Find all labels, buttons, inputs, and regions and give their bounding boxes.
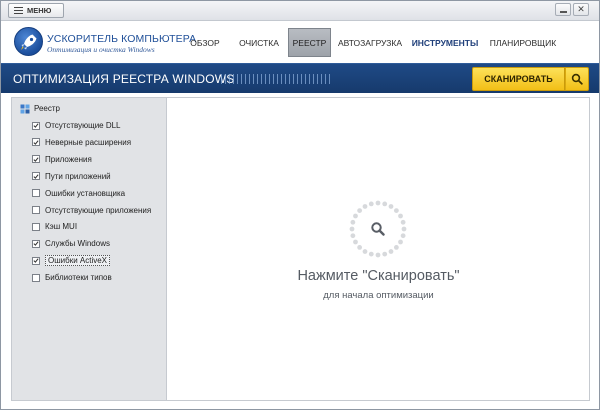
spinner-dot [382, 251, 388, 257]
app-title: УСКОРИТЕЛЬ КОМПЬЮТЕРА [47, 33, 197, 45]
spinner-dot [357, 208, 363, 214]
tree-item[interactable]: Отсутствующие приложения [32, 204, 151, 217]
tree-item[interactable]: Отсутствующие DLL [32, 119, 121, 132]
tree-item[interactable]: Неверные расширения [32, 136, 131, 149]
spinner-dot [353, 239, 358, 245]
checkbox-checked[interactable] [32, 239, 40, 248]
checkbox-unchecked[interactable] [32, 222, 40, 231]
spinner-dot [353, 213, 358, 219]
checkbox-checked[interactable] [32, 172, 40, 181]
tree-item-label: Отсутствующие приложения [45, 205, 152, 215]
checkmark-icon [33, 258, 39, 264]
scan-button[interactable]: СКАНИРОВАТЬ [472, 67, 565, 91]
tree-item-label: Службы Windows [45, 239, 110, 249]
scan-search-button[interactable] [565, 67, 589, 91]
checkmark-icon [33, 123, 39, 128]
rocket-logo-icon [14, 27, 43, 56]
checkmark-icon [33, 174, 39, 179]
spinner-dot [362, 249, 368, 254]
scan-hint-subtitle: для начала оптимизации [323, 290, 434, 301]
spinner-dot [368, 201, 374, 207]
spinner-dot [368, 251, 374, 257]
tree-item-label: Пути приложений [45, 171, 111, 181]
tree-item-label: Ошибки установщика [45, 188, 126, 198]
registry-icon [20, 104, 30, 113]
spinner-dot [398, 213, 403, 219]
spinner-dot [350, 219, 356, 225]
tree-item-label: Библиотеки типов [45, 273, 112, 283]
spinner-dot [398, 239, 403, 245]
decorative-ticks [221, 74, 331, 84]
tab-registry[interactable]: РЕЕСТР [288, 28, 331, 57]
checkbox-unchecked[interactable] [32, 273, 40, 282]
tree-item[interactable]: Библиотеки типов [32, 271, 112, 284]
header: УСКОРИТЕЛЬ КОМПЬЮТЕРА Оптимизация и очис… [1, 22, 599, 62]
menu-button[interactable]: МЕНЮ [8, 3, 64, 18]
spinner-dot [393, 208, 399, 214]
spinner-dot [388, 249, 394, 254]
tree-item[interactable]: Ошибки установщика [32, 187, 125, 200]
tree-item-label: Кэш MUI [45, 222, 78, 232]
app-window: МЕНЮ ✕ УСКОРИТЕЛЬ КОМПЬЮТЕРА Оптимизация… [0, 0, 600, 410]
search-icon [571, 73, 583, 85]
spinner-dot [349, 226, 355, 232]
spinner-dot [350, 233, 356, 239]
section-banner: ОПТИМИЗАЦИЯ РЕЕСТРА WINDOWS СКАНИРОВАТЬ [1, 63, 599, 93]
checkbox-checked[interactable] [32, 256, 40, 265]
tree-root-registry[interactable]: Реестр [20, 102, 60, 115]
close-icon: ✕ [577, 4, 585, 14]
tree-root-label: Реестр [34, 104, 60, 113]
scan-idle-spinner [349, 200, 407, 258]
checkbox-checked[interactable] [32, 155, 40, 164]
spinner-dot [362, 204, 368, 209]
tree-item[interactable]: Пути приложений [32, 170, 111, 183]
spinner-dot [357, 244, 363, 250]
spinner-dot [375, 200, 381, 206]
tab-overview[interactable]: ОБЗОР [185, 28, 225, 57]
checkbox-checked[interactable] [32, 138, 40, 147]
hamburger-icon [14, 7, 23, 15]
tab-scheduler[interactable]: ПЛАНИРОВЩИК [487, 28, 559, 57]
tree-item-label: Неверные расширения [45, 137, 132, 147]
spinner-dot [375, 252, 381, 258]
results-panel: Нажмите "Сканировать" для начала оптимиз… [167, 97, 590, 401]
tree-item-label: Ошибки ActiveX [45, 255, 111, 267]
checkmark-icon [33, 157, 39, 162]
spinner-dot [400, 233, 406, 239]
checkbox-unchecked[interactable] [32, 206, 40, 214]
tab-tools[interactable]: ИНСТРУМЕНТЫ [409, 28, 481, 57]
checkbox-unchecked[interactable] [32, 189, 40, 198]
tree-item-label: Приложения [45, 154, 92, 164]
section-title: ОПТИМИЗАЦИЯ РЕЕСТРА WINDOWS [13, 72, 235, 86]
checkmark-icon [33, 140, 39, 145]
tree-item-label: Отсутствующие DLL [45, 121, 121, 130]
minimize-button[interactable] [555, 3, 571, 16]
checkmark-icon [33, 241, 39, 247]
title-bar: МЕНЮ ✕ [1, 1, 599, 21]
spinner-dot [382, 201, 388, 207]
close-button[interactable]: ✕ [573, 3, 589, 16]
tab-autostart[interactable]: АВТОЗАГРУЗКА [335, 28, 405, 57]
spinner-dot [400, 219, 406, 225]
scan-hint-title: Нажмите "Сканировать" [297, 268, 460, 284]
app-subtitle: Оптимизация и очистка Windows [47, 45, 155, 54]
menu-button-label: МЕНЮ [27, 6, 52, 15]
tree-item[interactable]: Службы Windows [32, 237, 110, 250]
tab-cleanup[interactable]: ОЧИСТКА [235, 28, 283, 57]
tree-item[interactable]: Приложения [32, 153, 92, 166]
minimize-icon [559, 11, 567, 13]
search-icon [371, 222, 385, 236]
tree-item[interactable]: Кэш MUI [32, 220, 77, 233]
registry-sidebar: Реестр Отсутствующие DLL Неверные расшире… [11, 97, 167, 401]
tree-item[interactable]: Ошибки ActiveX [32, 254, 111, 267]
spinner-dot [401, 226, 407, 232]
spinner-dot [388, 204, 394, 209]
spinner-dot [393, 244, 399, 250]
checkbox-checked[interactable] [32, 121, 40, 130]
